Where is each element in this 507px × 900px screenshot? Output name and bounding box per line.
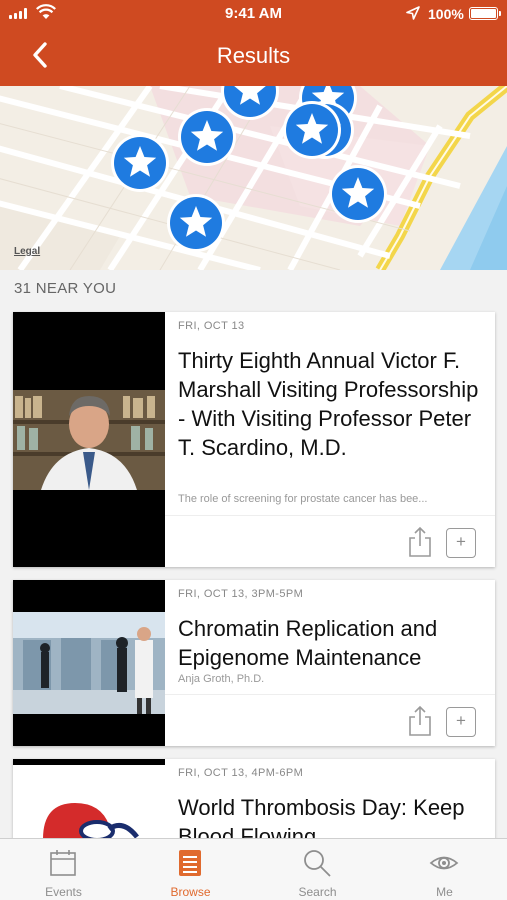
results-count-heading: 31 NEAR YOU [14,280,117,297]
map-pins [111,86,387,252]
event-title[interactable]: Thirty Eighth Annual Victor F. Marshall … [178,346,485,462]
map-view[interactable]: Legal [0,86,507,270]
tab-label: Events [45,885,82,899]
share-icon[interactable] [407,526,433,558]
tab-browse[interactable]: Browse [127,839,254,900]
event-thumbnail [13,580,165,746]
tab-me[interactable]: Me [381,839,507,900]
add-to-calendar-button[interactable]: + [446,707,476,737]
battery-icon [469,7,501,20]
event-date: FRI, OCT 13, 3PM-5PM [178,588,304,600]
tab-search[interactable]: Search [254,839,381,900]
battery-percent: 100% [428,6,464,22]
event-card-body: FRI, OCT 13 Thirty Eighth Annual Victor … [165,312,495,567]
card-actions: + [165,694,495,746]
share-icon[interactable] [407,705,433,737]
tab-label: Me [436,885,453,899]
event-card-body: FRI, OCT 13, 3PM-5PM Chromatin Replicati… [165,580,495,746]
event-card[interactable]: FRI, OCT 13, 3PM-5PM Chromatin Replicati… [13,580,495,746]
top-bar: 9:41 AM 100% Results [0,0,507,86]
event-description: The role of screening for prostate cance… [178,493,428,505]
add-to-calendar-button[interactable]: + [446,528,476,558]
location-arrow-icon [406,6,420,20]
tab-label: Browse [170,885,211,899]
map-pin-icon[interactable] [167,194,225,252]
tab-events[interactable]: Events [0,839,127,900]
page-title: Results [216,43,291,68]
eye-icon [429,856,459,870]
tab-label: Search [298,885,337,899]
search-icon [304,850,331,877]
map-pin-icon[interactable] [111,134,169,192]
event-title[interactable]: Chromatin Replication and Epigenome Main… [178,614,485,672]
event-speaker: Anja Groth, Ph.D. [178,673,265,685]
tab-bar: Events Browse Search Me [0,838,507,900]
browse-icon [179,850,201,876]
map-pin-icon[interactable] [178,108,236,166]
status-bar: 9:41 AM 100% [0,0,507,28]
card-actions: + [165,515,495,567]
calendar-icon [50,850,76,876]
map-pin-icon[interactable] [283,101,341,159]
event-thumbnail [13,312,165,567]
map-pin-icon[interactable] [221,86,279,120]
event-card[interactable]: FRI, OCT 13 Thirty Eighth Annual Victor … [13,312,495,567]
map-pin-icon[interactable] [329,165,387,223]
event-date: FRI, OCT 13 [178,320,245,332]
event-date: FRI, OCT 13, 4PM-6PM [178,767,304,779]
